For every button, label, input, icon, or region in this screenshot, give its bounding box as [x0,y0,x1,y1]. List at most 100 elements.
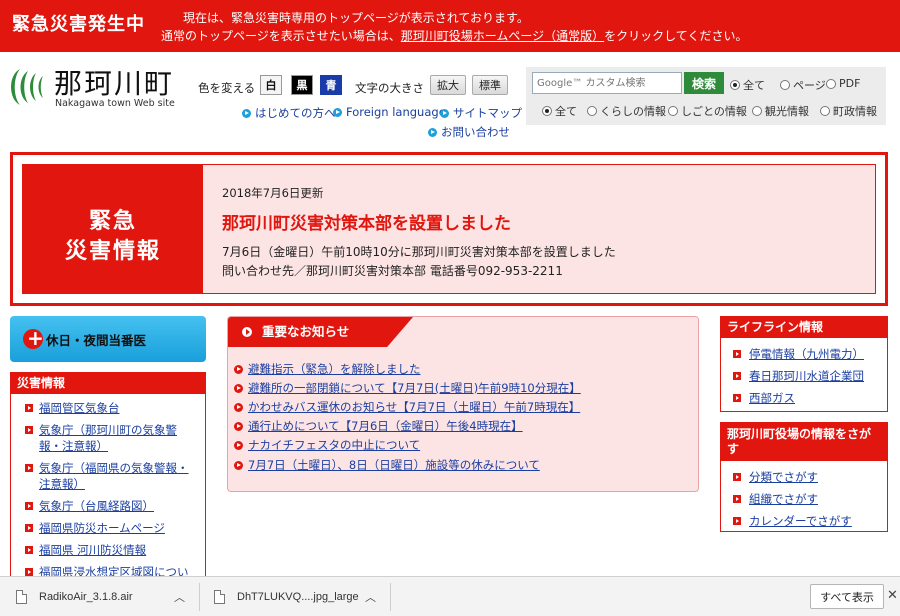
medical-cross-icon [23,326,44,350]
emergency-banner: 緊急災害発生中 現在は、緊急災害時専用のトップページが表示されております。 通常… [0,0,900,52]
search-type-all-label: 全て [743,79,765,92]
download-item-1[interactable]: RadikoAir_3.1.8.air [16,577,133,616]
lifeline-link-power[interactable]: 停電情報（九州電力） [721,343,887,365]
arrow-square-icon [25,546,33,554]
file-icon [16,590,27,604]
lifeline-link-label: 停電情報（九州電力） [749,347,864,361]
disaster-link-typhoon[interactable]: 気象庁（台風経路図） [11,495,205,517]
emergency-update-date: 2018年7月6日更新 [222,186,324,200]
arrow-square-icon [733,372,741,380]
show-all-downloads-button[interactable]: すべて表示 [810,584,884,609]
lifeline-link-label: 西部ガス [749,391,795,405]
category-work-radio[interactable]: しごとの情報 [668,103,747,119]
logo-title[interactable]: 那珂川町 [54,62,174,102]
font-standard-button[interactable]: 標準 [472,75,508,95]
search-type-all-radio[interactable]: 全て [730,77,765,93]
search-button[interactable]: 検索 [684,72,724,94]
lifeline-link-water[interactable]: 春日那珂川水道企業団 [721,365,887,387]
news-item[interactable]: かわせみバス運休のお知らせ【7月7日（土曜日）午前7時現在】 [234,399,580,415]
news-item[interactable]: 避難所の一部閉鎖について【7月7日(土曜日)午前9時10分現在】 [234,380,581,396]
arrow-square-icon [733,517,741,525]
emergency-info-label-block: 緊急 災害情報 [23,165,203,293]
close-icon[interactable]: ✕ [887,588,898,603]
category-all-radio[interactable]: 全て [542,103,577,119]
find-by-calendar-link[interactable]: カレンダーでさがす [721,510,887,531]
contact-link[interactable]: お問い合わせ [428,124,510,140]
disaster-link-label: 福岡県 河川防災情報 [39,543,147,557]
lifeline-link-gas[interactable]: 西部ガス [721,387,887,409]
category-government-radio[interactable]: 町政情報 [820,103,877,119]
search-input[interactable] [532,72,682,94]
arrow-circle-icon [333,107,342,117]
chevron-up-icon[interactable]: ︿ [174,589,185,605]
color-black-button[interactable]: 黒 [291,75,313,95]
arrow-square-icon [25,404,33,412]
first-visitor-link[interactable]: はじめての方へ [242,105,336,121]
town-logo-icon[interactable] [6,67,48,107]
category-work-label: しごとの情報 [681,105,747,118]
font-enlarge-button[interactable]: 拡大 [430,75,466,95]
news-item[interactable]: 避難指示（緊急）を解除しました [234,361,421,377]
emergency-banner-line1: 現在は、緊急災害時専用のトップページが表示されております。 [183,11,529,25]
find-by-organization-link[interactable]: 組織でさがす [721,488,887,510]
arrow-circle-icon [234,402,243,412]
arrow-circle-icon [234,440,243,450]
news-item[interactable]: 7月7日（土曜日）、8日（日曜日）施設等の休みについて [234,457,540,473]
disaster-link-jma-town[interactable]: 気象庁（那珂川町の気象警報・注意報） [11,419,205,457]
download-item-2[interactable]: DhT7LUKVQ....jpg_large [214,577,359,616]
search-type-pdf-label: PDF [839,77,861,90]
disaster-link-river[interactable]: 福岡県 河川防災情報 [11,539,205,561]
news-item[interactable]: 通行止めについて【7月6日（金曜日）午後4時現在】 [234,418,523,434]
arrow-circle-icon [428,127,437,137]
find-by-category-link[interactable]: 分類でさがす [721,466,887,488]
disaster-link-label: 福岡管区気象台 [39,401,120,415]
holiday-doctor-button[interactable]: 休日・夜間当番医 [10,316,206,362]
category-tourism-label: 観光情報 [765,105,809,118]
contact-link-label: お問い合わせ [441,125,510,139]
category-living-label: くらしの情報 [600,105,666,118]
holiday-doctor-label: 休日・夜間当番医 [46,332,147,348]
search-panel: 検索 全て ページ PDF 全て くらしの情報 しごとの情報 観光情報 町政情報 [526,67,886,125]
color-blue-button[interactable]: 青 [320,75,342,95]
disaster-link-label: 気象庁（台風経路図） [39,499,154,513]
disaster-link-jma-prefecture[interactable]: 気象庁（福岡県の気象警報・注意報） [11,457,205,495]
radio-icon [780,80,790,90]
arrow-square-icon [25,502,33,510]
search-type-pdf-radio[interactable]: PDF [826,77,860,90]
disaster-link-pref-disaster[interactable]: 福岡県防災ホームページ [11,517,205,539]
arrow-square-icon [25,426,33,434]
emergency-headline: 那珂川町災害対策本部を設置しました [222,214,511,234]
news-header-stripe [413,317,698,347]
category-living-radio[interactable]: くらしの情報 [587,103,666,119]
disaster-info-title: 災害情報 [11,372,205,394]
radio-icon [826,78,836,89]
arrow-square-icon [733,394,741,402]
find-link-label: カレンダーでさがす [749,514,852,528]
arrow-square-icon [25,464,33,472]
emergency-body-2: 問い合わせ先／那珂川町災害対策本部 電話番号092-953-2211 [222,264,563,278]
news-item[interactable]: ナカイチフェスタの中止について [234,437,420,453]
normal-homepage-link[interactable]: 那珂川町役場ホームページ（通常版） [401,29,604,43]
category-tourism-radio[interactable]: 観光情報 [752,103,809,119]
search-type-page-radio[interactable]: ページ [780,77,826,93]
lifeline-link-label: 春日那珂川水道企業団 [749,369,864,383]
emergency-info-inner: 緊急 災害情報 2018年7月6日更新 那珂川町災害対策本部を設置しました 7月… [22,164,876,294]
radio-icon [820,106,830,116]
sitemap-link[interactable]: サイトマップ [440,105,522,121]
news-item-label: 避難所の一部閉鎖について【7月7日(土曜日)午前9時10分現在】 [248,381,581,395]
news-item-label: 7月7日（土曜日）、8日（日曜日）施設等の休みについて [248,458,540,472]
disaster-link-fukuoka-observatory[interactable]: 福岡管区気象台 [11,397,205,419]
chevron-up-icon[interactable]: ︿ [365,589,376,605]
download-item-1-name: RadikoAir_3.1.8.air [39,591,133,603]
color-white-button[interactable]: 白 [260,75,282,95]
arrow-square-icon [733,495,741,503]
download-item-2-name: DhT7LUKVQ....jpg_large [237,591,359,603]
find-link-label: 組織でさがす [749,492,818,506]
arrow-circle-icon [234,460,243,470]
foreign-language-link[interactable]: Foreign language [333,105,446,119]
download-separator [199,583,200,611]
search-type-page-label: ページ [793,79,826,92]
arrow-square-icon [733,350,741,358]
file-icon [214,590,225,604]
emergency-info-panel: 緊急 災害情報 2018年7月6日更新 那珂川町災害対策本部を設置しました 7月… [10,152,888,306]
